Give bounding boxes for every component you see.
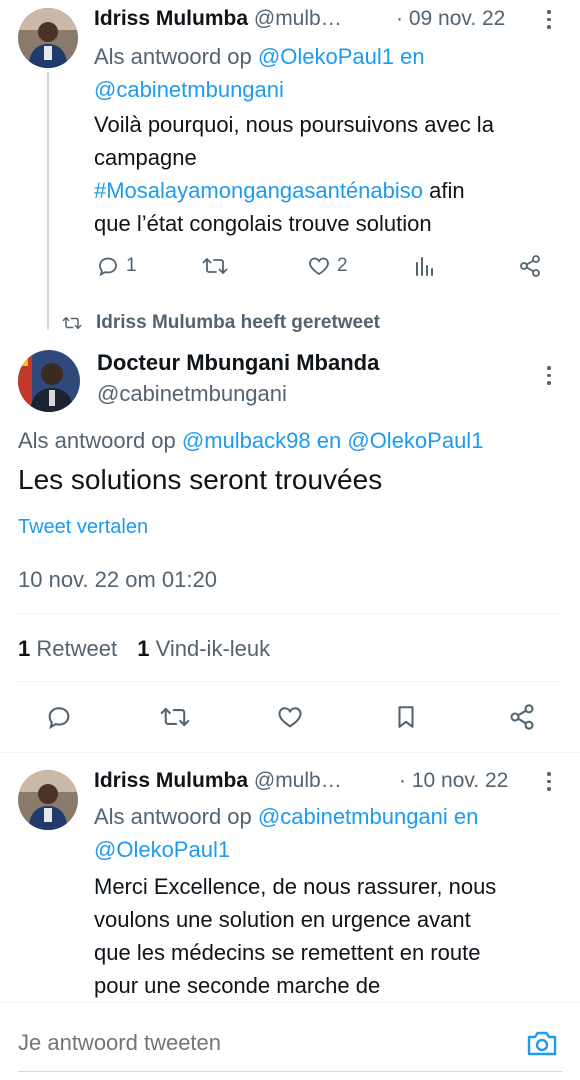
thread-line	[47, 72, 49, 330]
reply-composer	[0, 1002, 580, 1080]
author-handle[interactable]: @mulb…	[254, 769, 342, 792]
retweets-stat[interactable]: 1 Retweet	[18, 636, 123, 661]
share-button[interactable]	[518, 254, 542, 278]
mention-link[interactable]: @cabinetmbungani	[94, 77, 284, 102]
retweet-banner-text[interactable]: Idriss Mulumba heeft geretweet	[96, 312, 380, 334]
share-button[interactable]	[508, 703, 536, 731]
bookmark-button[interactable]	[393, 703, 419, 731]
reply-icon	[96, 254, 120, 278]
divider	[18, 613, 562, 614]
tweet-timestamp[interactable]: 10 nov. 22 om 01:20	[18, 567, 217, 593]
camera-icon[interactable]	[526, 1028, 558, 1058]
avatar[interactable]	[18, 770, 78, 830]
author-handle[interactable]: @cabinetmbungani	[97, 381, 287, 407]
like-button[interactable]: 2	[307, 254, 348, 278]
reply-input[interactable]	[18, 1025, 498, 1061]
translate-link[interactable]: Tweet vertalen	[18, 516, 148, 539]
bookmark-icon	[393, 703, 419, 731]
avatar[interactable]	[18, 8, 78, 68]
engagement-stats: 1 Retweet 1 Vind-ik-leuk	[18, 636, 270, 662]
reply-button[interactable]: 1	[96, 254, 137, 278]
more-options-icon[interactable]	[546, 366, 552, 388]
tweet-text: Les solutions seront trouvées	[18, 464, 383, 495]
author-name[interactable]: Idriss Mulumba	[94, 769, 248, 792]
likes-stat[interactable]: 1 Vind-ik-leuk	[137, 636, 270, 661]
retweet-banner: Idriss Mulumba heeft geretweet	[62, 312, 380, 334]
tweet-text: Voilà pourquoi, nous poursuivons avec la…	[94, 112, 494, 236]
reply-context: Als antwoord op @mulback98 en @OlekoPaul…	[18, 428, 484, 453]
tweet-date[interactable]: · 09 nov. 22	[396, 7, 505, 31]
retweet-button[interactable]	[202, 254, 228, 278]
hashtag-link[interactable]: #Mosalayamongangasanténabiso	[94, 178, 423, 203]
author-name[interactable]: Docteur Mbungani Mbanda	[97, 350, 379, 376]
tweet-text: Merci Excellence, de nous rassurer, nous…	[94, 874, 497, 998]
composer-underline	[18, 1071, 562, 1072]
like-count: 2	[337, 255, 348, 276]
divider	[18, 681, 562, 682]
retweet-icon	[62, 314, 82, 332]
mention-link[interactable]: @OlekoPaul1	[258, 44, 394, 69]
retweet-button[interactable]	[160, 703, 190, 731]
reply-icon	[45, 703, 73, 731]
share-icon	[518, 254, 542, 278]
mention-link[interactable]: @mulback98	[182, 428, 311, 453]
author-handle[interactable]: @mulb…	[254, 7, 342, 30]
reply-count: 1	[126, 255, 137, 276]
reply-context: Als antwoord op @cabinetmbungani en @Ole…	[94, 804, 479, 862]
mention-link[interactable]: @OlekoPaul1	[94, 837, 230, 862]
retweet-icon	[202, 254, 228, 278]
reply-button[interactable]	[45, 703, 73, 731]
mention-link[interactable]: @cabinetmbungani	[258, 804, 448, 829]
avatar[interactable]	[18, 350, 80, 412]
retweet-icon	[160, 703, 190, 731]
divider	[0, 752, 580, 753]
like-button[interactable]	[276, 703, 304, 731]
author-name[interactable]: Idriss Mulumba	[94, 7, 248, 30]
heart-icon	[276, 703, 304, 731]
reply-context: Als antwoord op @OlekoPaul1 en @cabinetm…	[94, 44, 425, 102]
more-options-icon[interactable]	[546, 772, 552, 794]
share-icon	[508, 703, 536, 731]
analytics-icon	[414, 254, 436, 278]
tweet-date[interactable]: · 10 nov. 22	[399, 769, 508, 793]
heart-icon	[307, 254, 331, 278]
analytics-button[interactable]	[414, 254, 436, 278]
more-options-icon[interactable]	[546, 10, 552, 32]
mention-link[interactable]: @OlekoPaul1	[347, 428, 483, 453]
